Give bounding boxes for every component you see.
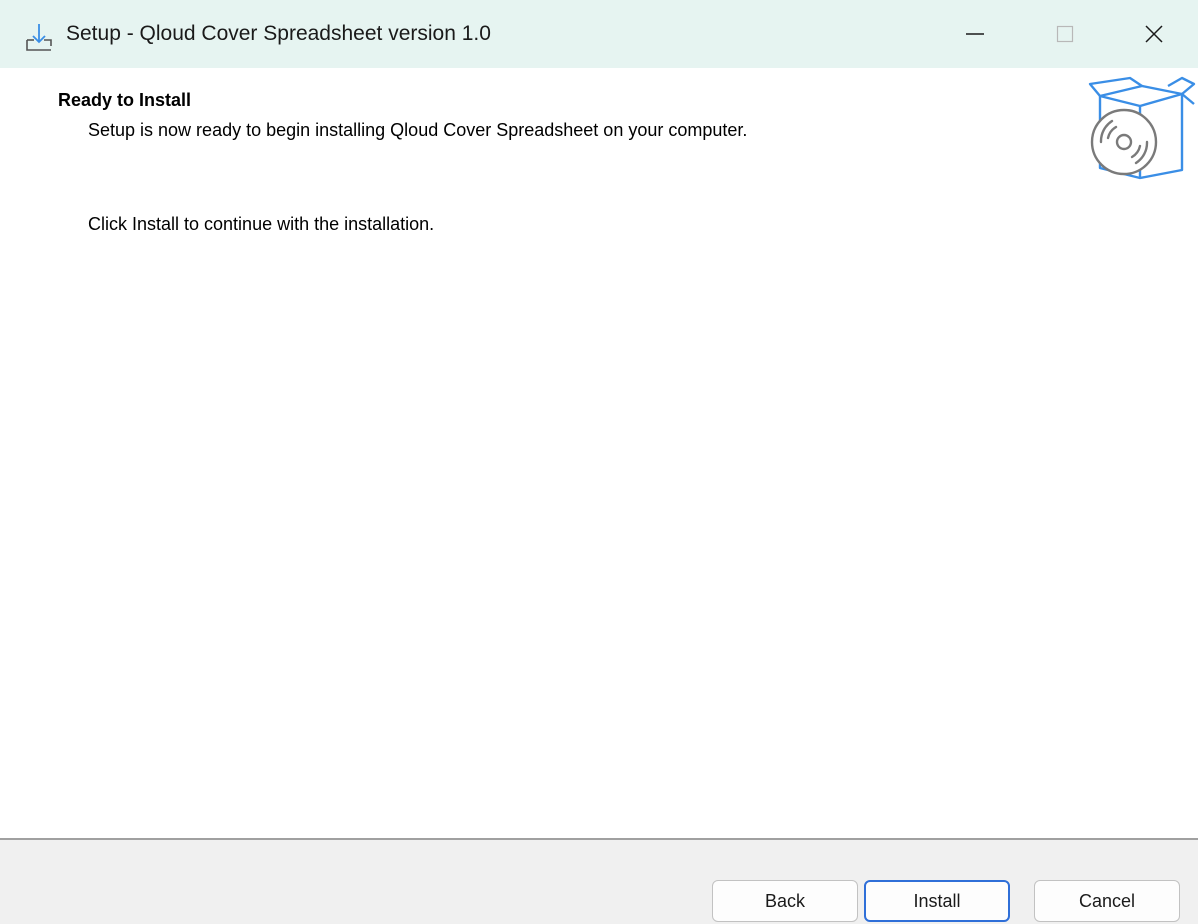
page-subheading: Setup is now ready to begin installing Q… (88, 120, 748, 140)
window-title: Setup - Qloud Cover Spreadsheet version … (66, 22, 491, 45)
back-button[interactable]: Back (712, 880, 858, 922)
maximize-icon (1056, 25, 1074, 43)
maximize-button[interactable] (1020, 0, 1110, 68)
install-button[interactable]: Install (864, 880, 1010, 922)
close-icon (1145, 25, 1163, 43)
box-disc-icon (1088, 76, 1196, 180)
close-button[interactable] (1110, 0, 1198, 68)
title-bar[interactable]: Setup - Qloud Cover Spreadsheet version … (0, 0, 1198, 68)
setup-window: Setup - Qloud Cover Spreadsheet version … (0, 0, 1198, 924)
setup-download-icon (26, 24, 52, 51)
minimize-button[interactable] (930, 0, 1020, 68)
page-heading: Ready to Install (58, 90, 192, 110)
minimize-icon (966, 33, 984, 35)
button-bar: Back Install Cancel (0, 838, 1198, 924)
install-instruction: Click Install to continue with the insta… (88, 214, 435, 234)
cancel-button[interactable]: Cancel (1034, 880, 1180, 922)
